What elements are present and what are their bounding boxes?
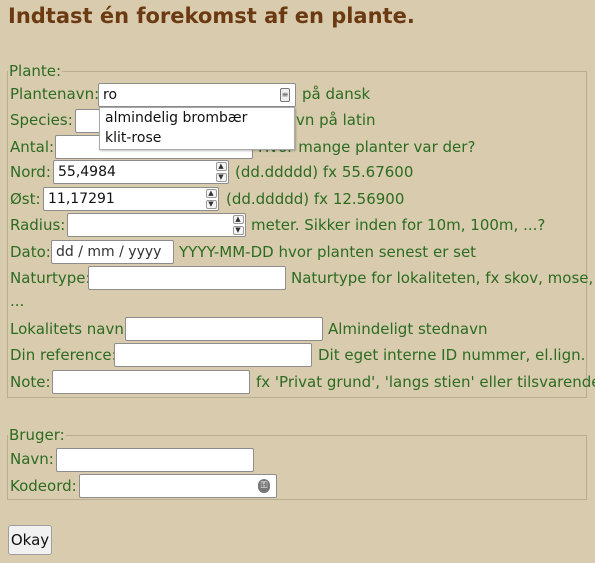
note-label: Note:	[10, 373, 51, 391]
radius-hint: meter. Sikker inden for 10m, 100m, ...?	[251, 216, 546, 234]
plante-legend: Plante:	[9, 62, 62, 80]
navn-label: Navn:	[10, 450, 54, 468]
okay-button[interactable]: Okay	[8, 525, 52, 555]
naturtype-hint-cont: ...	[10, 292, 25, 310]
bruger-legend: Bruger:	[9, 426, 65, 444]
down-arrow-icon[interactable]: ▼	[205, 200, 217, 209]
antal-label: Antal:	[10, 138, 55, 156]
password-manager-icon[interactable]: ⚿	[258, 479, 270, 493]
plantenavn-value: ro	[103, 87, 118, 103]
radius-input[interactable]: ▲ ▼	[67, 213, 246, 237]
species-label: Species:	[10, 111, 73, 129]
dato-input[interactable]: dd / mm / yyyy	[51, 240, 174, 264]
dato-hint: YYYY-MM-DD hvor planten senest er set	[179, 243, 477, 261]
oest-hint: (dd.ddddd) fx 12.56900	[226, 190, 405, 208]
reference-hint: Dit eget interne ID nummer, el.lign.	[318, 346, 586, 364]
down-arrow-icon[interactable]: ▼	[232, 226, 244, 235]
nord-hint: (dd.ddddd) fx 55.67600	[235, 163, 414, 181]
nord-label: Nord:	[10, 163, 51, 181]
up-arrow-icon[interactable]: ▲	[232, 215, 244, 224]
autocomplete-dropdown: almindelig brombær klit-rose	[99, 107, 295, 150]
oest-stepper[interactable]: ▲ ▼	[205, 189, 217, 209]
nord-stepper[interactable]: ▲ ▼	[215, 162, 227, 182]
up-arrow-icon[interactable]: ▲	[215, 162, 227, 171]
autocomplete-option[interactable]: klit-rose	[100, 128, 294, 148]
up-arrow-icon[interactable]: ▲	[205, 189, 217, 198]
naturtype-label: Naturtype:	[10, 269, 91, 287]
lokalitet-hint: Almindeligt stednavn	[328, 320, 488, 338]
species-hint: vn på latin	[296, 111, 376, 129]
reference-label: Din reference:	[10, 346, 117, 364]
page-title: Indtast én forekomst af en plante.	[8, 4, 415, 28]
naturtype-input[interactable]	[88, 266, 286, 290]
kodeord-input[interactable]: ⚿	[79, 474, 277, 498]
autocomplete-option[interactable]: almindelig brombær	[100, 108, 294, 128]
oest-label: Øst:	[10, 190, 41, 208]
reference-input[interactable]	[114, 343, 312, 367]
autofill-icon: ≡	[280, 88, 290, 102]
nord-input[interactable]: 55,4984 ▲ ▼	[53, 160, 229, 184]
radius-stepper[interactable]: ▲ ▼	[232, 215, 244, 235]
nord-value: 55,4984	[58, 164, 116, 180]
plantenavn-input[interactable]: ro ≡	[98, 83, 296, 107]
naturtype-hint: Naturtype for lokaliteten, fx skov, mose…	[291, 269, 594, 287]
note-hint: fx 'Privat grund', 'langs stien' eller t…	[256, 373, 595, 391]
dato-label: Dato:	[10, 243, 51, 261]
lokalitet-label: Lokalitets navn:	[10, 320, 129, 338]
oest-input[interactable]: 11,17291 ▲ ▼	[43, 187, 219, 211]
dato-placeholder: dd / mm / yyyy	[56, 244, 162, 260]
navn-input[interactable]	[56, 448, 254, 472]
down-arrow-icon[interactable]: ▼	[215, 173, 227, 182]
plantenavn-hint: på dansk	[302, 85, 371, 103]
lokalitet-input[interactable]	[125, 317, 323, 341]
plantenavn-label: Plantenavn:	[10, 85, 100, 103]
oest-value: 11,17291	[48, 191, 115, 207]
kodeord-label: Kodeord:	[10, 477, 77, 495]
note-input[interactable]	[52, 370, 250, 394]
radius-label: Radius:	[10, 216, 66, 234]
